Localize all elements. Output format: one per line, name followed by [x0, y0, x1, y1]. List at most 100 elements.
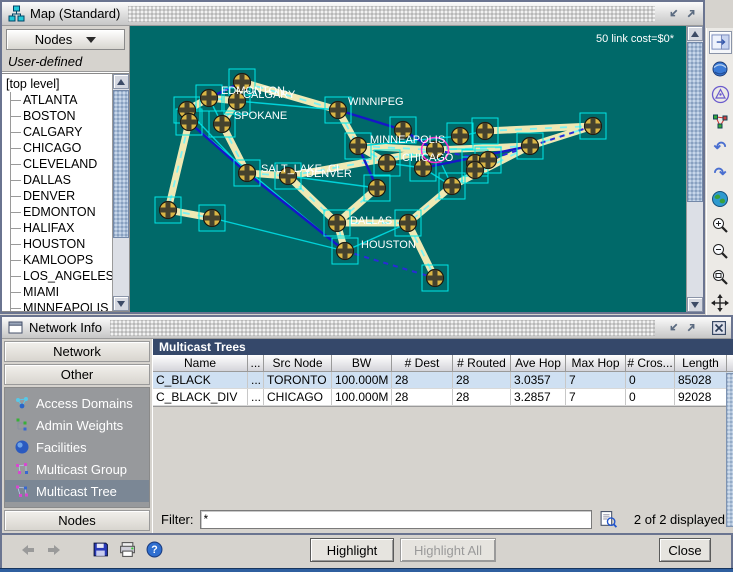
ni-restore-button[interactable]: [665, 320, 681, 335]
column-header[interactable]: # Dest: [392, 355, 453, 371]
toggle-panel-button[interactable]: [709, 31, 732, 54]
router-node-icon[interactable]: [336, 242, 354, 260]
list-item-facilities[interactable]: Facilities: [5, 436, 149, 458]
print-button[interactable]: [119, 541, 136, 563]
tree-scrollbar[interactable]: [112, 74, 129, 311]
tab-network[interactable]: Network: [4, 341, 150, 362]
column-header[interactable]: # Cros...: [626, 355, 675, 371]
save-button[interactable]: [92, 541, 109, 563]
close-button[interactable]: Close: [659, 538, 711, 562]
tree-item[interactable]: DALLAS: [2, 172, 129, 188]
router-node-icon[interactable]: [368, 179, 386, 197]
redo-icon[interactable]: ↷: [709, 161, 732, 184]
tree-item[interactable]: EDMONTON: [2, 204, 129, 220]
tree-item[interactable]: LOS_ANGELES: [2, 268, 129, 284]
tree-item[interactable]: HOUSTON: [2, 236, 129, 252]
tree-scrollbar-thumb[interactable]: [113, 90, 129, 238]
highlight-all-button[interactable]: Highlight All: [400, 538, 496, 562]
router-node-icon[interactable]: [349, 137, 367, 155]
table-title: Multicast Trees: [153, 339, 733, 355]
undo-icon[interactable]: ↶: [709, 135, 732, 158]
router-node-icon[interactable]: [521, 137, 539, 155]
tree-item[interactable]: MINNEAPOLIS: [2, 300, 129, 312]
tree-item[interactable]: DENVER: [2, 188, 129, 204]
column-header[interactable]: # Routed: [453, 355, 511, 371]
router-node-icon[interactable]: [451, 127, 469, 145]
nodes-dropdown[interactable]: Nodes: [6, 29, 125, 50]
ni-close-button[interactable]: [711, 320, 727, 335]
tree-item[interactable]: KAMLOOPS: [2, 252, 129, 268]
tree-item[interactable]: HALIFAX: [2, 220, 129, 236]
router-node-icon[interactable]: [466, 161, 484, 179]
router-node-icon[interactable]: [200, 89, 218, 107]
design-mode-button[interactable]: [709, 83, 732, 106]
back-button[interactable]: [20, 542, 36, 563]
tree-item[interactable]: ATLANTA: [2, 92, 129, 108]
zoom-out-icon[interactable]: [709, 239, 732, 262]
router-node-icon[interactable]: [476, 122, 494, 140]
map-scrollbar-thumb[interactable]: [687, 42, 703, 202]
tree-item[interactable]: CHICAGO: [2, 140, 129, 156]
table-scrollbar[interactable]: [726, 373, 733, 527]
column-header[interactable]: ...: [248, 355, 264, 371]
table-row[interactable]: C_BLACK_DIV...CHICAGO100.000M28283.28577…: [153, 389, 733, 406]
zoom-area-icon[interactable]: [709, 265, 732, 288]
tab-other[interactable]: Other: [4, 364, 150, 385]
table-row[interactable]: C_BLACK...TORONTO100.000M28283.035770850…: [153, 372, 733, 389]
map-restore-button[interactable]: [665, 6, 681, 21]
router-node-icon[interactable]: [584, 117, 602, 135]
table-header-row[interactable]: Name...Src NodeBW# Dest# RoutedAve HopMa…: [153, 355, 733, 372]
tree-item[interactable]: CLEVELAND: [2, 156, 129, 172]
router-node-icon[interactable]: [426, 269, 444, 287]
network-info-titlebar[interactable]: Network Info: [2, 317, 731, 339]
router-node-icon[interactable]: [213, 115, 231, 133]
filter-input[interactable]: [200, 510, 592, 529]
status-displayed: 2 of 2 displayed: [634, 512, 725, 527]
router-node-icon[interactable]: [238, 164, 256, 182]
tree-item[interactable]: CALGARY: [2, 124, 129, 140]
world-view-button[interactable]: [709, 57, 732, 80]
ni-maximize-button[interactable]: [683, 320, 699, 335]
scroll-down-icon[interactable]: [687, 297, 703, 312]
pan-icon[interactable]: [709, 291, 732, 314]
router-node-icon[interactable]: [399, 214, 417, 232]
column-header[interactable]: BW: [332, 355, 392, 371]
highlight-button[interactable]: Highlight: [310, 538, 394, 562]
zoom-in-icon[interactable]: [709, 213, 732, 236]
column-header[interactable]: Max Hop: [566, 355, 626, 371]
topology-button[interactable]: [709, 109, 732, 132]
list-item-multicast-group[interactable]: Multicast Group: [5, 458, 149, 480]
list-item-admin-weights[interactable]: Admin Weights: [5, 414, 149, 436]
router-node-icon[interactable]: [180, 113, 198, 131]
scroll-up-icon[interactable]: [687, 26, 703, 41]
scroll-down-icon[interactable]: [113, 296, 129, 311]
globe-icon[interactable]: [709, 187, 732, 210]
router-node-icon[interactable]: [328, 214, 346, 232]
column-header[interactable]: Length: [675, 355, 727, 371]
router-node-icon[interactable]: [159, 201, 177, 219]
map-canvas[interactable]: EDMONTONCALGARYSPOKANEWINNIPEGMINNEAPOLI…: [130, 26, 686, 312]
column-header[interactable]: Name: [153, 355, 248, 371]
table-cell: 0: [626, 372, 675, 388]
tab-nodes[interactable]: Nodes: [4, 510, 150, 531]
map-scrollbar[interactable]: [686, 26, 703, 312]
filter-search-button[interactable]: [598, 509, 620, 530]
tree-item[interactable]: BOSTON: [2, 108, 129, 124]
router-node-icon[interactable]: [443, 177, 461, 195]
network-info-sidebar: Network Other Access DomainsAdmin Weight…: [2, 339, 152, 533]
router-node-icon[interactable]: [329, 101, 347, 119]
column-header[interactable]: Ave Hop: [511, 355, 566, 371]
column-header[interactable]: Src Node: [264, 355, 332, 371]
router-node-icon[interactable]: [378, 154, 396, 172]
help-button[interactable]: ?: [146, 541, 163, 563]
network-topology[interactable]: EDMONTONCALGARYSPOKANEWINNIPEGMINNEAPOLI…: [130, 26, 686, 312]
tree-item[interactable]: MIAMI: [2, 284, 129, 300]
list-item-multicast-tree[interactable]: Multicast Tree: [5, 480, 149, 502]
map-maximize-button[interactable]: [683, 6, 699, 21]
tree-item[interactable]: [top level]: [2, 76, 129, 92]
map-titlebar[interactable]: Map (Standard): [2, 2, 703, 26]
router-node-icon[interactable]: [203, 209, 221, 227]
forward-button[interactable]: [46, 542, 62, 563]
scroll-up-icon[interactable]: [113, 74, 129, 89]
list-item-access-domains[interactable]: Access Domains: [5, 392, 149, 414]
